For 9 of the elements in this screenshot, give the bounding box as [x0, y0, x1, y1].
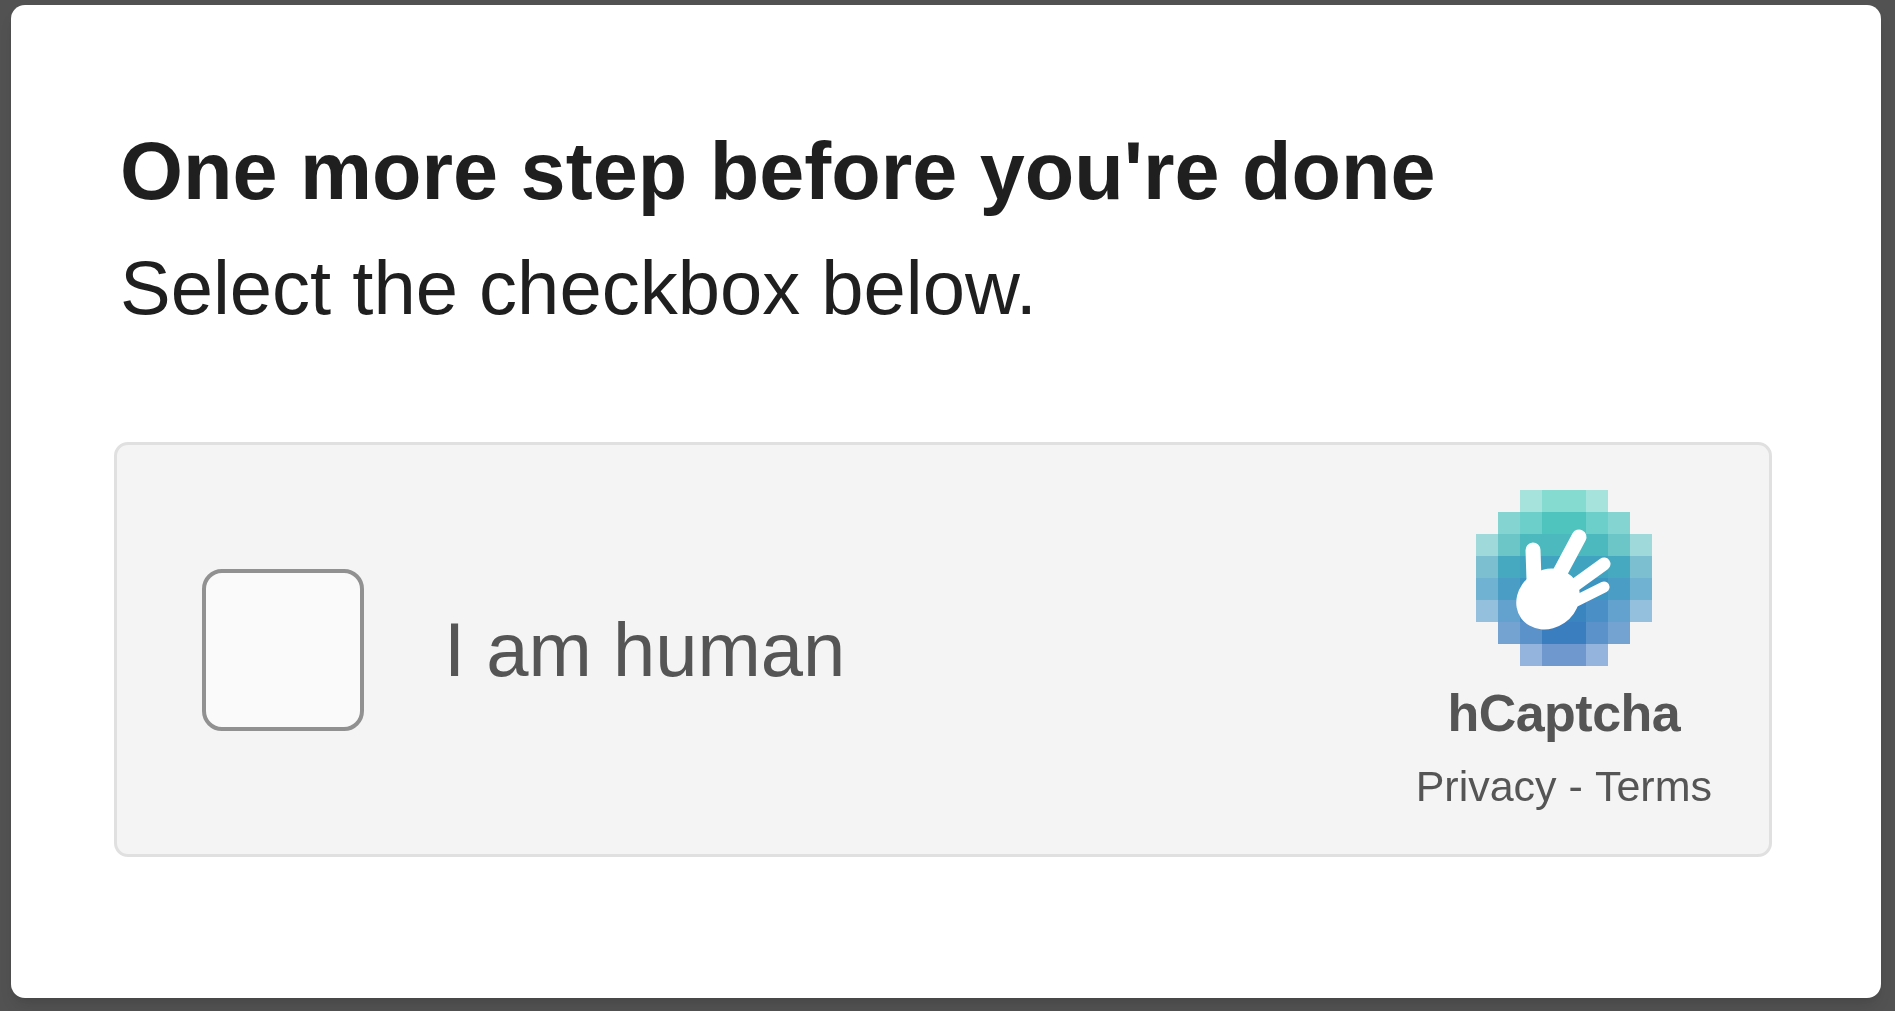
footer-link[interactable]: Privacy [1415, 761, 1557, 810]
footer-link[interactable]: Terms [1594, 761, 1712, 810]
link-separator: - [1568, 761, 1583, 810]
dialog-title: One more step before you're done [120, 125, 1436, 217]
hand-mosaic-icon [1475, 489, 1652, 666]
checkbox[interactable] [202, 568, 364, 731]
brand-wordmark: hCaptcha [1447, 683, 1681, 742]
instruction-text: Select the checkbox below. [120, 244, 1037, 332]
checkbox-label: I am human [444, 605, 846, 694]
